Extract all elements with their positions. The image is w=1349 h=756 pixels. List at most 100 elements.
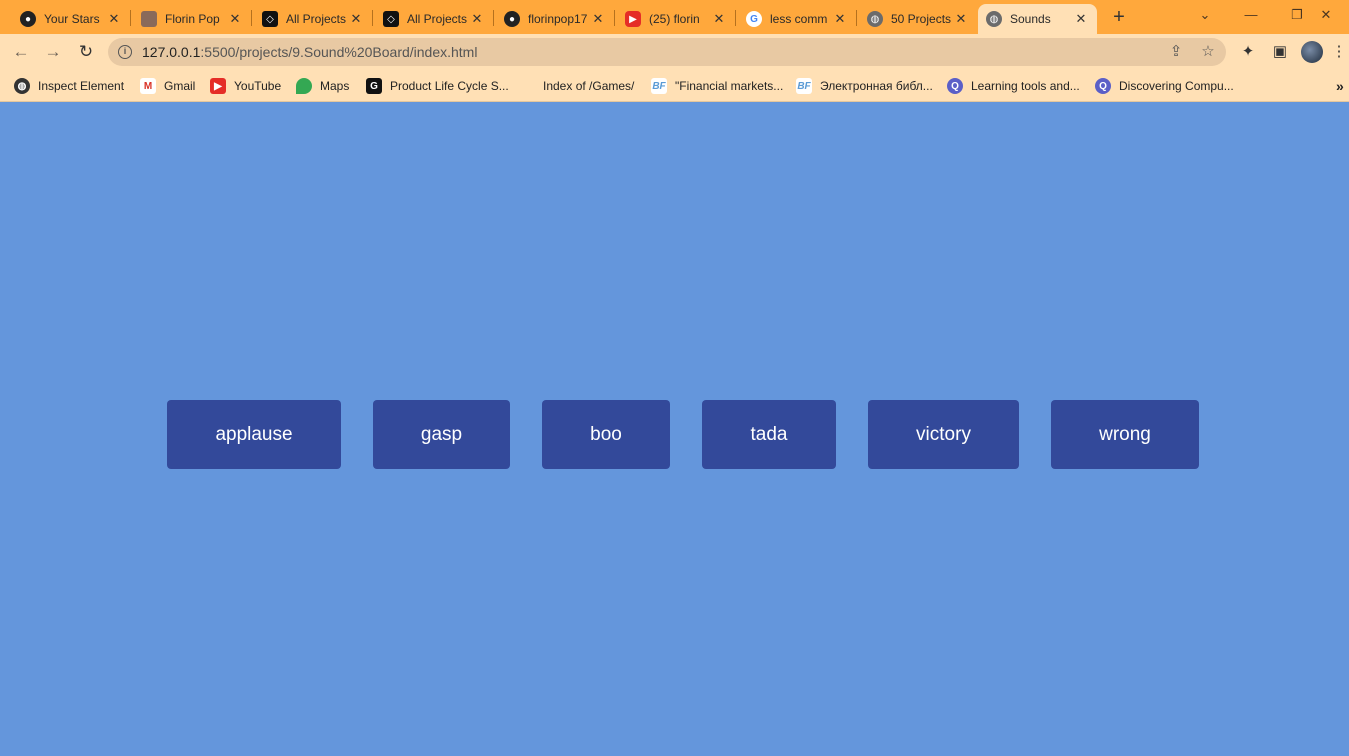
bookmark-maps[interactable]: Maps <box>296 76 349 96</box>
gasp-button[interactable]: gasp <box>373 400 510 469</box>
tab-separator <box>130 10 131 26</box>
q-icon: Q <box>947 78 963 94</box>
close-window-button[interactable]: ✕ <box>1303 0 1349 30</box>
profile-avatar[interactable] <box>1301 41 1323 63</box>
avatar-icon <box>141 11 157 27</box>
bookmark-label: Gmail <box>164 79 196 93</box>
menu-icon[interactable]: ⋮ <box>1331 41 1347 63</box>
bookmark-label: Inspect Element <box>38 79 125 93</box>
close-icon[interactable]: ✕ <box>469 11 485 27</box>
youtube-icon: ▶ <box>625 11 641 27</box>
address-bar[interactable]: i 127.0.0.1:5500/projects/9.Sound%20Boar… <box>108 38 1226 66</box>
g-icon: G <box>366 78 382 94</box>
share-icon[interactable]: ⇪ <box>1165 41 1187 63</box>
reload-button[interactable]: ↻ <box>75 41 97 63</box>
url-path: :5500/projects/9.Sound%20Board/index.htm… <box>200 44 478 60</box>
github-icon: ● <box>504 11 520 27</box>
minimize-button[interactable]: — <box>1228 0 1274 30</box>
bookmark-index-of-games[interactable]: Index of /Games/ <box>543 76 634 96</box>
close-icon[interactable]: ✕ <box>227 11 243 27</box>
bf-icon: BF <box>796 78 812 94</box>
tab-title: 50 Projects <box>891 12 952 26</box>
close-icon[interactable]: ✕ <box>832 11 848 27</box>
globe-icon: ◍ <box>14 78 30 94</box>
bookmark-label: Discovering Compu... <box>1119 79 1234 93</box>
bookmark-gmail[interactable]: M Gmail <box>140 76 195 96</box>
tab-separator <box>856 10 857 26</box>
tab-separator <box>614 10 615 26</box>
bookmark-label: Maps <box>320 79 350 93</box>
sound-board-page: applause gasp boo tada victory wrong <box>0 102 1349 756</box>
side-panel-icon[interactable]: ▣ <box>1269 41 1291 63</box>
close-icon[interactable]: ✕ <box>711 11 727 27</box>
more-bookmarks-icon[interactable]: » <box>1336 76 1344 96</box>
bookmark-label: Product Life Cycle S... <box>390 79 509 93</box>
tab-separator <box>735 10 736 26</box>
youtube-icon: ▶ <box>210 78 226 94</box>
globe-icon: ◍ <box>867 11 883 27</box>
applause-button[interactable]: applause <box>167 400 341 469</box>
tab-sounds[interactable]: ◍ Sounds ✕ <box>978 4 1097 34</box>
tab-google-search[interactable]: G less comm ✕ <box>738 4 856 34</box>
codepen-icon: ◇ <box>383 11 399 27</box>
gmail-icon: M <box>140 78 156 94</box>
bookmark-inspect-element[interactable]: ◍ Inspect Element <box>14 76 124 96</box>
browser-toolbar: ← → ↻ i 127.0.0.1:5500/projects/9.Sound%… <box>0 34 1349 70</box>
forward-button[interactable]: → <box>42 41 64 63</box>
bookmarks-bar: ◍ Inspect Element M Gmail ▶ YouTube Maps… <box>0 70 1349 102</box>
tab-all-projects-1[interactable]: ◇ All Projects ✕ <box>254 4 372 34</box>
new-tab-button[interactable]: + <box>1108 6 1130 28</box>
close-icon[interactable]: ✕ <box>1073 11 1089 27</box>
victory-button[interactable]: victory <box>868 400 1019 469</box>
tab-florin-pop[interactable]: Florin Pop ✕ <box>133 4 251 34</box>
close-icon[interactable]: ✕ <box>106 11 122 27</box>
bookmark-label: Learning tools and... <box>971 79 1080 93</box>
bookmark-youtube[interactable]: ▶ YouTube <box>210 76 281 96</box>
back-button[interactable]: ← <box>10 41 32 63</box>
bookmark-product-life-cycle[interactable]: G Product Life Cycle S... <box>366 76 509 96</box>
tab-title: All Projects <box>286 12 347 26</box>
tab-search-icon[interactable]: ⌄ <box>1182 0 1228 30</box>
bookmark-label: Index of /Games/ <box>543 79 635 93</box>
q-icon: Q <box>1095 78 1111 94</box>
tab-separator <box>372 10 373 26</box>
bookmark-financial-markets[interactable]: BF "Financial markets... <box>651 76 783 96</box>
close-icon[interactable]: ✕ <box>348 11 364 27</box>
tab-title: Florin Pop <box>165 12 220 26</box>
tab-strip: ● Your Stars ✕ Florin Pop ✕ ◇ All Projec… <box>0 0 1349 34</box>
bookmark-learning-tools[interactable]: Q Learning tools and... <box>947 76 1080 96</box>
bf-icon: BF <box>651 78 667 94</box>
tab-title: (25) florin <box>649 12 700 26</box>
tab-all-projects-2[interactable]: ◇ All Projects ✕ <box>375 4 493 34</box>
maps-icon <box>296 78 312 94</box>
wrong-button[interactable]: wrong <box>1051 400 1199 469</box>
info-icon[interactable]: i <box>118 45 132 59</box>
bookmark-electronic-library[interactable]: BF Электронная библ... <box>796 76 933 96</box>
tab-your-stars[interactable]: ● Your Stars ✕ <box>12 4 130 34</box>
close-icon[interactable]: ✕ <box>953 11 969 27</box>
bookmark-label: "Financial markets... <box>675 79 784 93</box>
extensions-icon[interactable]: ✦ <box>1237 41 1259 63</box>
tab-title: less comm <box>770 12 828 26</box>
bookmark-label: Электронная библ... <box>820 79 933 93</box>
bookmark-star-icon[interactable]: ☆ <box>1197 41 1219 63</box>
tab-50-projects[interactable]: ◍ 50 Projects ✕ <box>859 4 977 34</box>
github-icon: ● <box>20 11 36 27</box>
tab-separator <box>251 10 252 26</box>
tab-youtube[interactable]: ▶ (25) florin ✕ <box>617 4 735 34</box>
bookmark-label: YouTube <box>234 79 282 93</box>
boo-button[interactable]: boo <box>542 400 670 469</box>
globe-icon: ◍ <box>986 11 1002 27</box>
url-host: 127.0.0.1 <box>142 44 201 60</box>
tab-title: Your Stars <box>44 12 100 26</box>
codepen-icon: ◇ <box>262 11 278 27</box>
tab-title: Sounds <box>1010 12 1051 26</box>
google-icon: G <box>746 11 762 27</box>
bookmark-discovering-computers[interactable]: Q Discovering Compu... <box>1095 76 1234 96</box>
tab-title: All Projects <box>407 12 468 26</box>
tab-title: florinpop17 <box>528 12 588 26</box>
tab-separator <box>493 10 494 26</box>
tab-florinpop17[interactable]: ● florinpop17 ✕ <box>496 4 614 34</box>
close-icon[interactable]: ✕ <box>590 11 606 27</box>
tada-button[interactable]: tada <box>702 400 836 469</box>
